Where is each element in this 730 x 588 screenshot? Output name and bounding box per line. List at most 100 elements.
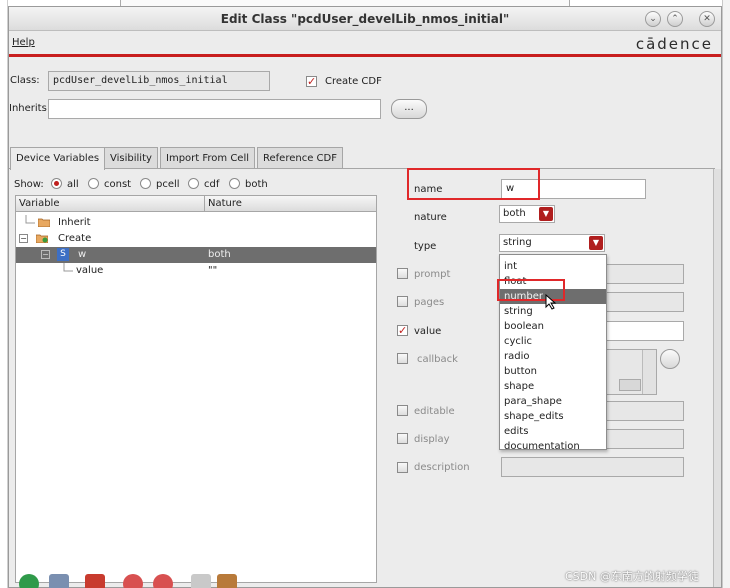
type-option-boolean[interactable]: boolean [500, 319, 606, 334]
pages-input [605, 292, 684, 312]
type-option-shape-edits[interactable]: shape_edits [500, 409, 606, 424]
value-checkbox[interactable]: ✓ [397, 325, 408, 336]
callback-edit-button[interactable] [660, 349, 680, 369]
dropdown-arrow-icon: ▼ [539, 207, 553, 221]
show-pcell-radio[interactable] [140, 178, 151, 189]
type-option-button[interactable]: button [500, 364, 606, 379]
type-option-shape[interactable]: shape [500, 379, 606, 394]
class-label: Class: [10, 75, 40, 86]
display-label: display [414, 434, 450, 445]
copy-icon[interactable] [49, 574, 69, 588]
close-button[interactable]: ✕ [699, 11, 715, 27]
nature-dropdown[interactable]: both ▼ [499, 205, 555, 223]
inherits-input[interactable] [48, 99, 381, 119]
tab-import-from-cell[interactable]: Import From Cell [160, 147, 256, 169]
tree-row-value[interactable]: value "" [16, 263, 376, 279]
type-value: string [503, 237, 532, 248]
type-option-radio[interactable]: radio [500, 349, 606, 364]
background-window-left [0, 0, 8, 588]
folder-icon [38, 218, 50, 227]
tree-row-create[interactable]: − Create [16, 231, 376, 247]
display-input [605, 429, 684, 449]
tree-header: Variable Nature [16, 196, 376, 212]
tab-device-variables[interactable]: Device Variables [10, 147, 106, 170]
edit-class-dialog: Edit Class "pcdUser_develLib_nmos_initia… [8, 6, 722, 588]
type-option-documentation[interactable]: documentation [500, 439, 606, 454]
bottom-toolbar [15, 573, 255, 588]
show-pcell-label: pcell [156, 179, 180, 190]
browse-button[interactable]: ... [391, 99, 427, 119]
show-both-label: both [245, 179, 268, 190]
show-cdf-radio[interactable] [188, 178, 199, 189]
help-menu[interactable]: Help [12, 37, 35, 48]
create-cdf-checkbox[interactable]: ✓ [306, 76, 317, 87]
description-label: description [414, 462, 470, 473]
value-input[interactable] [605, 321, 684, 341]
type-dropdown[interactable]: string ▼ [499, 234, 605, 252]
show-const-label: const [104, 179, 132, 190]
pages-label: pages [414, 297, 445, 308]
column-nature: Nature [208, 198, 242, 209]
mouse-cursor-icon [545, 294, 557, 310]
value-label: value [414, 326, 442, 337]
tree-row-w[interactable]: − S w both [16, 247, 376, 263]
name-highlight-box [407, 168, 540, 200]
show-const-radio[interactable] [88, 178, 99, 189]
callback-scrollbar[interactable] [642, 350, 656, 394]
tree-label: value [76, 265, 104, 276]
panel-scrollbar[interactable] [713, 169, 721, 587]
type-option-int[interactable]: int [500, 259, 606, 274]
prompt-checkbox[interactable] [397, 268, 408, 279]
pages-checkbox[interactable] [397, 296, 408, 307]
variable-tree[interactable]: Variable Nature Inherit − Create − S w b… [15, 195, 377, 583]
string-variable-icon: S [57, 248, 69, 261]
move-up-icon[interactable] [123, 574, 143, 588]
title-bar: Edit Class "pcdUser_develLib_nmos_initia… [9, 7, 721, 31]
tree-line-icon [25, 215, 35, 224]
callback-checkbox[interactable] [397, 353, 408, 364]
prompt-input [605, 264, 684, 284]
create-cdf-label: Create CDF [325, 76, 382, 87]
editable-label: editable [414, 406, 455, 417]
brand-divider [9, 54, 721, 57]
type-option-cyclic[interactable]: cyclic [500, 334, 606, 349]
delete-icon[interactable] [85, 574, 105, 588]
show-label: Show: [14, 179, 44, 190]
editable-input [605, 401, 684, 421]
folder-new-icon [36, 234, 48, 243]
tree-label: Inherit [58, 217, 91, 228]
menu-bar: Help cādence [9, 32, 721, 54]
display-checkbox[interactable] [397, 433, 408, 444]
column-variable: Variable [19, 198, 60, 209]
collapse-icon[interactable]: − [19, 234, 28, 243]
show-both-radio[interactable] [229, 178, 240, 189]
tab-visibility[interactable]: Visibility [104, 147, 158, 169]
editable-checkbox[interactable] [397, 405, 408, 416]
tree-row-inherit[interactable]: Inherit [16, 215, 376, 231]
cadence-logo: cādence [635, 35, 713, 53]
tree-label: w [78, 249, 87, 260]
description-input [501, 457, 684, 477]
add-icon[interactable] [19, 574, 39, 588]
show-all-radio[interactable] [51, 178, 62, 189]
paste-icon[interactable] [191, 574, 211, 588]
watermark: CSDN @东南方的射频学徒 [565, 570, 699, 583]
tab-reference-cdf[interactable]: Reference CDF [257, 147, 343, 169]
maximize-button[interactable]: ⌃ [667, 11, 683, 27]
description-checkbox[interactable] [397, 462, 408, 473]
show-cdf-label: cdf [204, 179, 220, 190]
show-all-label: all [67, 179, 79, 190]
minimize-button[interactable]: ⌄ [645, 11, 661, 27]
move-down-icon[interactable] [153, 574, 173, 588]
collapse-icon[interactable]: − [41, 250, 50, 259]
tree-line-icon [63, 263, 73, 272]
type-option-para-shape[interactable]: para_shape [500, 394, 606, 409]
nature-value: both [503, 208, 526, 219]
tab-bar: Device Variables Visibility Import From … [9, 147, 721, 170]
callback-scroll-handle[interactable] [619, 379, 641, 391]
clipboard-icon[interactable] [217, 574, 237, 588]
type-label: type [414, 241, 437, 252]
tree-nature: both [208, 249, 231, 260]
prompt-label: prompt [414, 269, 451, 280]
type-option-edits[interactable]: edits [500, 424, 606, 439]
